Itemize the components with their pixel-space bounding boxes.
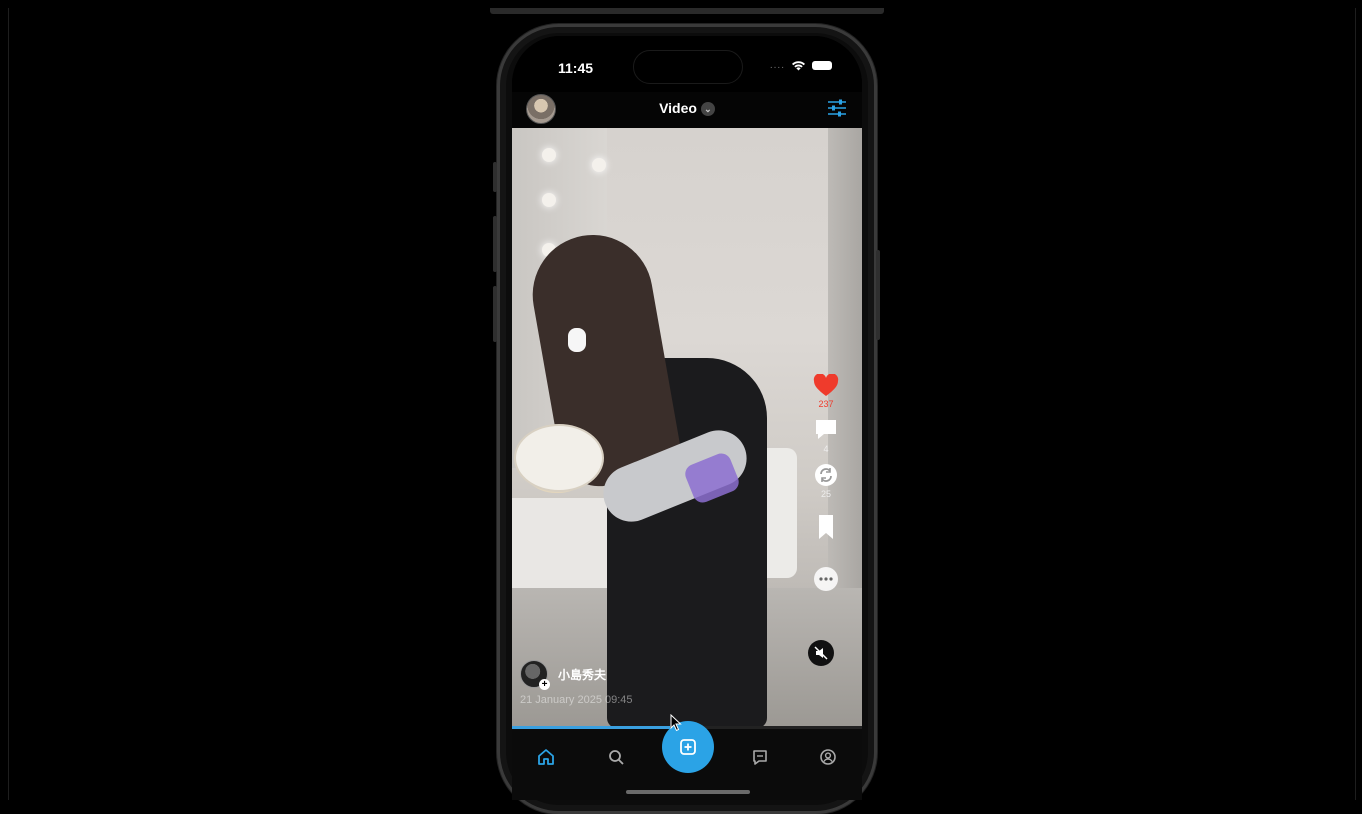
follow-badge[interactable]: + xyxy=(539,679,550,690)
tab-profile[interactable] xyxy=(814,743,842,771)
battery-icon xyxy=(812,61,832,70)
repost-count: 25 xyxy=(820,489,831,499)
dynamic-island xyxy=(633,50,743,84)
profile-icon xyxy=(820,749,836,765)
header-bar: Video ⌄ xyxy=(512,92,862,128)
signal-dots: .... xyxy=(769,60,785,71)
phone-screen: 11:45 .... Video ⌄ 237 4 25 + 小島秀夫 21 Ja… xyxy=(512,36,862,800)
tab-home[interactable] xyxy=(532,743,560,771)
chevron-down-icon: ⌄ xyxy=(700,102,715,117)
video-scene-light xyxy=(542,193,556,207)
heart-icon[interactable] xyxy=(813,374,839,398)
comment-action[interactable]: 4 xyxy=(813,417,839,454)
tab-search[interactable] xyxy=(602,743,630,771)
post-date: 21 January 2025 09:45 xyxy=(520,694,633,706)
mute-icon xyxy=(814,646,828,660)
sliders-icon[interactable] xyxy=(826,98,848,118)
like-count: 237 xyxy=(818,399,834,409)
compose-icon xyxy=(680,739,696,755)
feed-selector[interactable]: Video ⌄ xyxy=(512,100,862,117)
author-info[interactable]: + 小島秀夫 xyxy=(520,660,606,690)
author-name[interactable]: 小島秀夫 xyxy=(558,666,606,683)
mute-button[interactable] xyxy=(808,640,834,666)
search-icon xyxy=(609,750,624,765)
more-icon[interactable] xyxy=(814,567,838,591)
video-player[interactable]: 237 4 25 + 小島秀夫 21 January 2025 09:45 xyxy=(512,128,862,726)
video-scene-mask xyxy=(568,328,586,352)
video-scene-light xyxy=(592,158,606,172)
action-column: 237 4 25 xyxy=(808,374,844,599)
mouse-cursor-icon xyxy=(670,714,682,732)
status-time: 11:45 xyxy=(558,60,594,76)
repost-action[interactable]: 25 xyxy=(813,462,839,499)
video-scene-counter xyxy=(512,498,622,588)
phone-action-button xyxy=(493,162,497,192)
more-action[interactable] xyxy=(814,567,838,591)
tab-messages[interactable] xyxy=(746,743,774,771)
bookmark-icon[interactable] xyxy=(815,513,837,541)
page-title: Video xyxy=(659,100,697,116)
comment-count: 4 xyxy=(823,444,829,454)
status-icons: .... xyxy=(770,60,832,71)
phone-volume-up-button xyxy=(493,216,497,272)
video-scene-box-lid xyxy=(514,424,604,492)
video-scene-light xyxy=(542,148,556,162)
like-action[interactable]: 237 xyxy=(813,374,839,409)
home-indicator xyxy=(626,790,750,794)
messages-icon xyxy=(753,750,767,765)
phone-power-button xyxy=(876,250,880,340)
wifi-icon xyxy=(792,61,805,71)
repost-icon[interactable] xyxy=(813,462,839,488)
top-strip xyxy=(490,8,884,14)
author-avatar[interactable]: + xyxy=(520,660,550,690)
status-bar: 11:45 .... xyxy=(512,36,862,92)
phone-volume-down-button xyxy=(493,286,497,342)
bookmark-action[interactable] xyxy=(815,513,837,541)
home-icon xyxy=(538,749,554,765)
comment-icon[interactable] xyxy=(813,417,839,443)
